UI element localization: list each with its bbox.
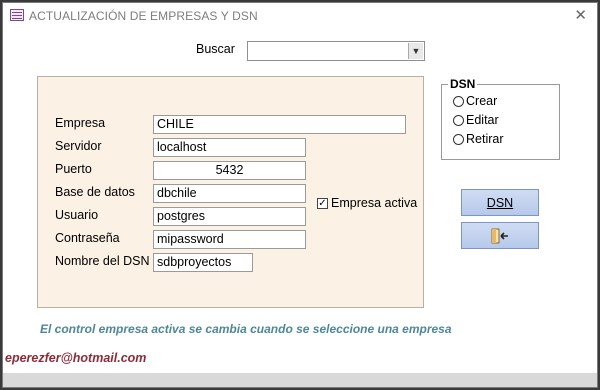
servidor-label: Servidor <box>55 139 102 153</box>
checkbox-checked-icon[interactable]: ✓ <box>317 197 328 209</box>
empresa-activa-label: Empresa activa <box>331 196 418 210</box>
radio-icon[interactable] <box>453 133 464 145</box>
empresa-activa-checkbox[interactable]: ✓ Empresa activa <box>317 196 417 210</box>
dsn-button-label: DSN <box>486 195 514 210</box>
nombre-dsn-label: Nombre del DSN <box>55 254 150 268</box>
form-icon <box>10 9 24 21</box>
title-bar: ACTUALIZACIÓN DE EMPRESAS Y DSN ✕ <box>3 3 597 29</box>
status-bar <box>3 373 597 387</box>
empresa-field[interactable]: CHILE <box>153 115 406 134</box>
search-label: Buscar <box>196 42 235 56</box>
dsn-button[interactable]: DSN <box>461 189 539 216</box>
exit-door-icon <box>491 228 508 243</box>
dsn-group-title: DSN <box>448 77 478 91</box>
base-datos-label: Base de datos <box>55 185 135 199</box>
radio-retirar[interactable]: Retirar <box>453 132 504 146</box>
exit-button[interactable] <box>461 222 539 249</box>
radio-crear[interactable]: Crear <box>453 94 497 108</box>
contrasena-field[interactable]: mipassword <box>153 230 306 249</box>
company-form-panel: Empresa CHILE Servidor localhost Puerto … <box>37 76 424 308</box>
radio-crear-label: Crear <box>466 94 498 108</box>
search-combobox[interactable]: ▼ <box>247 41 425 61</box>
author-email: eperezfer@hotmail.com <box>5 351 147 365</box>
puerto-field[interactable]: 5432 <box>153 161 306 180</box>
close-icon[interactable]: ✕ <box>574 6 587 24</box>
nombre-dsn-field[interactable]: sdbproyectos <box>153 253 253 272</box>
puerto-label: Puerto <box>55 162 92 176</box>
base-datos-field[interactable]: dbchile <box>153 184 306 203</box>
radio-icon[interactable] <box>453 114 464 126</box>
dialog-window: ACTUALIZACIÓN DE EMPRESAS Y DSN ✕ Buscar… <box>2 2 598 388</box>
empresa-label: Empresa <box>55 116 106 130</box>
servidor-field[interactable]: localhost <box>153 138 306 157</box>
radio-retirar-label: Retirar <box>466 132 504 146</box>
info-note: El control empresa activa se cambia cuan… <box>40 322 452 336</box>
window-title: ACTUALIZACIÓN DE EMPRESAS Y DSN <box>29 9 258 23</box>
radio-editar[interactable]: Editar <box>453 113 499 127</box>
usuario-field[interactable]: postgres <box>153 207 306 226</box>
contrasena-label: Contraseña <box>55 231 120 245</box>
radio-icon[interactable] <box>453 95 464 107</box>
usuario-label: Usuario <box>55 208 99 222</box>
chevron-down-icon[interactable]: ▼ <box>408 43 423 59</box>
radio-editar-label: Editar <box>466 113 499 127</box>
